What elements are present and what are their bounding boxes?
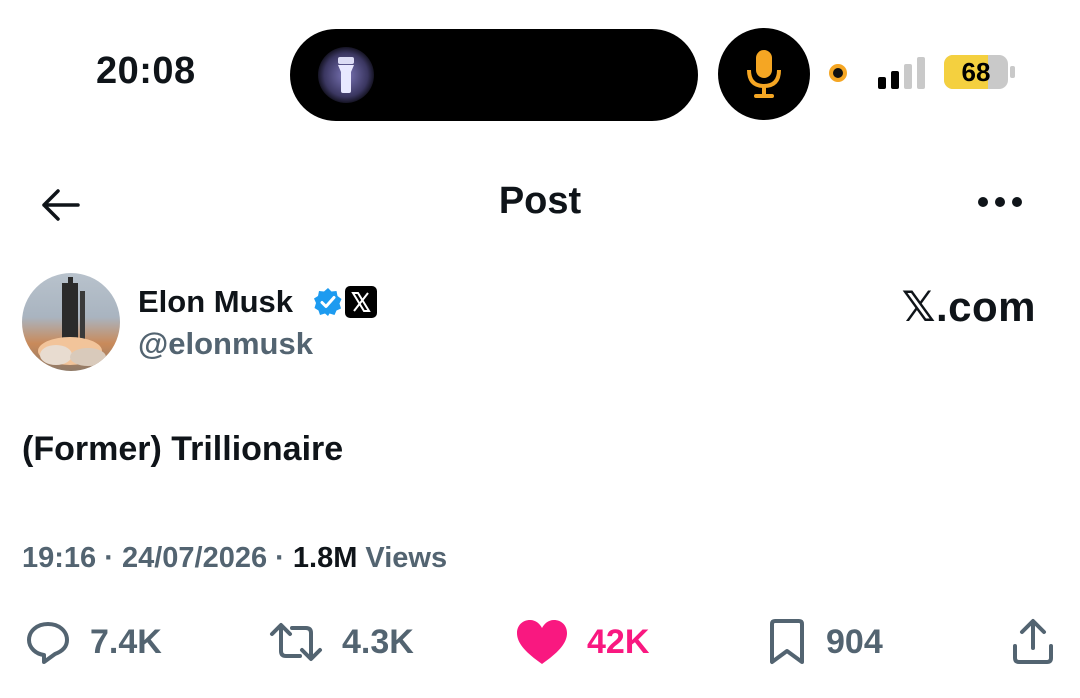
- bookmark-button[interactable]: 904: [766, 614, 883, 670]
- meta-separator: ·: [96, 542, 122, 574]
- more-horizontal-icon: [978, 197, 1022, 207]
- post-time[interactable]: 19:16: [22, 542, 96, 574]
- bookmark-icon: [770, 619, 804, 664]
- more-button[interactable]: [976, 192, 1024, 217]
- battery-nub: [1010, 66, 1015, 78]
- battery-level: 68: [961, 57, 991, 87]
- post-metadata: 19:16 · 24/07/2026 · 1.8M Views: [22, 542, 447, 575]
- reply-icon: [27, 622, 69, 664]
- affiliation-label[interactable]: 𝕏.com: [902, 282, 1036, 331]
- reply-count: 7.4K: [90, 622, 162, 661]
- dynamic-island: [290, 29, 698, 121]
- repost-icon: [270, 623, 322, 661]
- repost-count: 4.3K: [342, 622, 414, 661]
- share-button[interactable]: [1010, 614, 1056, 670]
- share-icon: [1013, 619, 1053, 664]
- flashlight-icon: [318, 47, 374, 103]
- heart-filled-icon: [517, 620, 567, 664]
- author-handle[interactable]: @elonmusk: [138, 326, 313, 362]
- reply-button[interactable]: 7.4K: [24, 614, 162, 670]
- post-text: (Former) Trillionaire: [22, 430, 344, 468]
- meta-separator: ·: [267, 542, 293, 574]
- rocket-launch-image: [38, 277, 106, 366]
- page-title: Post: [498, 180, 582, 222]
- views-label: Views: [357, 542, 448, 574]
- like-button[interactable]: 42K: [515, 614, 649, 670]
- avatar[interactable]: [22, 273, 120, 371]
- x-affiliate-badge-icon: [345, 286, 377, 318]
- cellular-signal-icon: [878, 57, 925, 89]
- microphone-icon: [718, 28, 810, 120]
- verified-badge-icon: [314, 288, 342, 316]
- like-count: 42K: [587, 622, 650, 661]
- post-date[interactable]: 24/07/2026: [122, 542, 267, 574]
- views-count: 1.8M: [292, 542, 358, 574]
- repost-button[interactable]: 4.3K: [268, 614, 414, 670]
- battery-icon: 68: [944, 55, 1008, 89]
- status-time: 20:08: [96, 50, 196, 92]
- author-name[interactable]: Elon Musk: [138, 284, 293, 320]
- bookmark-count: 904: [826, 622, 883, 661]
- recording-dot-icon: [829, 64, 847, 82]
